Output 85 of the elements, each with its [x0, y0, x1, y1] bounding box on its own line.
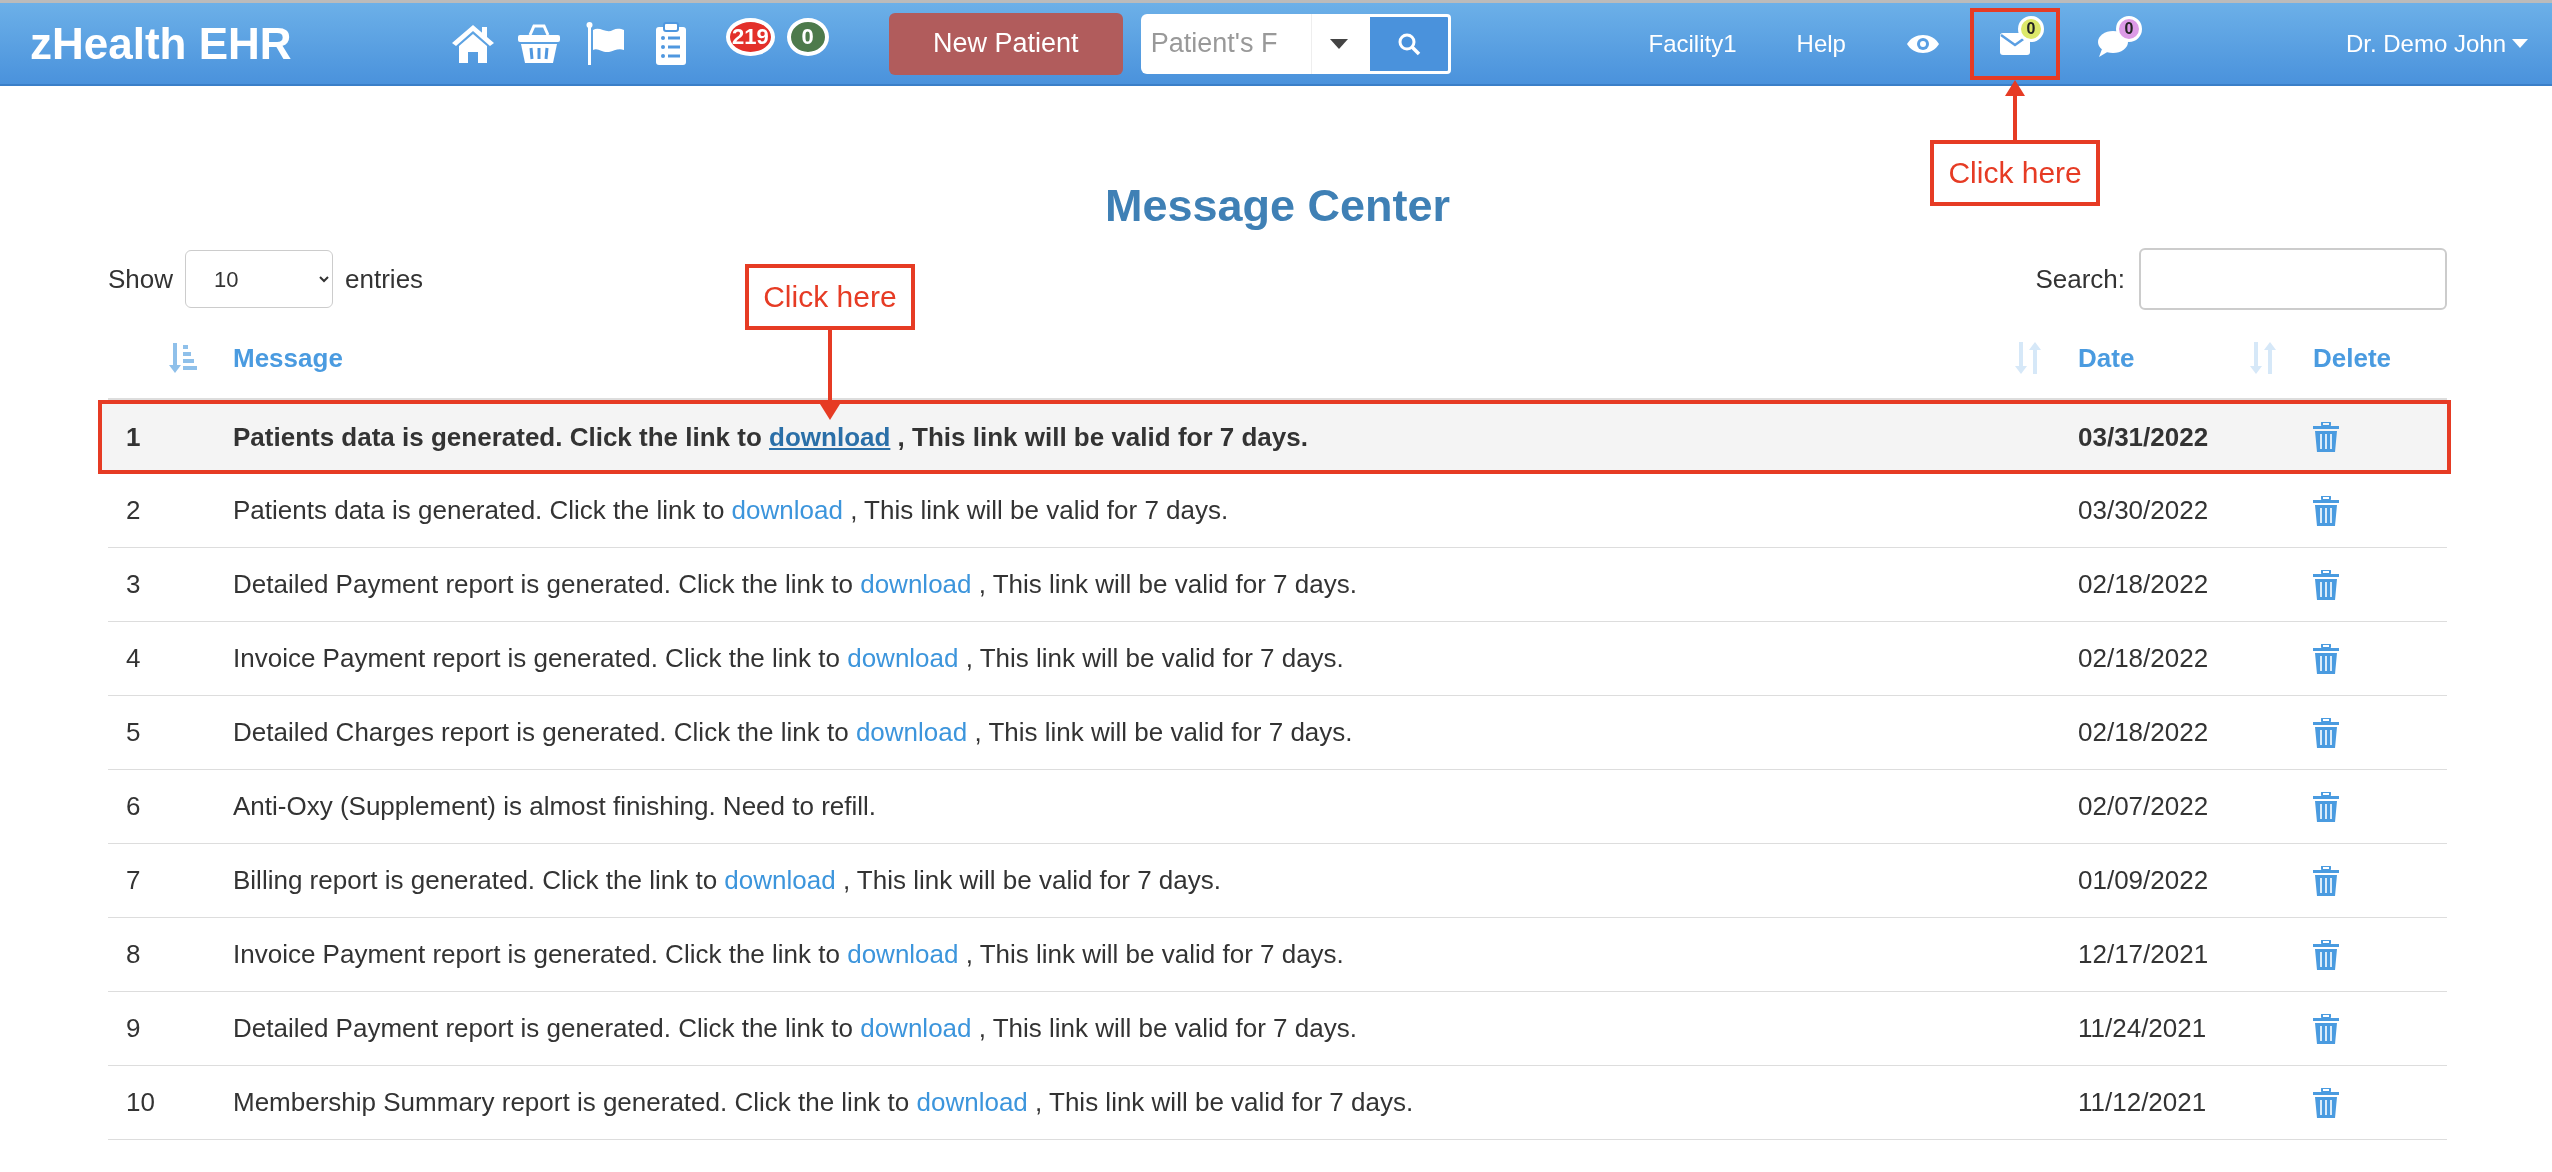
row-number: 6 [125, 791, 142, 822]
trash-icon[interactable] [2313, 643, 2339, 674]
download-link[interactable]: download [916, 1087, 1028, 1117]
row-number: 3 [125, 569, 142, 600]
envelope-icon[interactable] [1999, 32, 2030, 55]
count-badge: 219 [726, 17, 775, 56]
message-date: 02/07/2022 [2077, 791, 2210, 822]
table-row[interactable]: 9 Detailed Payment report is generated. Click the link to download , This link will be valid for 7 days. 11/24/2021 [108, 992, 2447, 1066]
entries-dropdown[interactable]: 10 [185, 250, 334, 308]
row-number: 2 [125, 495, 142, 526]
message-text: Patients data is generated. Click the link to download , This link will be valid for 7 days. [233, 495, 1229, 525]
row-number: 1 [125, 421, 142, 453]
search-label: Search: [2035, 263, 2125, 295]
message-text: Billing report is generated. Click the link to download , This link will be valid for 7 days. [233, 865, 1221, 895]
download-link[interactable]: download [731, 495, 843, 525]
download-link[interactable]: download [860, 1013, 972, 1043]
message-text: Invoice Payment report is generated. Click the link to download , This link will be valid for 7 days. [233, 643, 1344, 673]
table-row[interactable]: 1 Patients data is generated. Click the link to download , This link will be valid for 7 days. 03/31/2022 [98, 400, 2451, 474]
new-patient-button[interactable]: New Patient [888, 12, 1123, 75]
trash-icon[interactable] [2313, 717, 2339, 748]
table-row[interactable]: 8 Invoice Payment report is generated. Click the link to download , This link will be valid for 7 days. 12/17/2021 [108, 918, 2447, 992]
message-text: Detailed Payment report is generated. Click the link to download , This link will be valid for 7 days. [233, 569, 1357, 599]
table-row[interactable]: 2 Patients data is generated. Click the link to download , This link will be valid for 7 days. 03/30/2022 [108, 474, 2447, 548]
row-number: 9 [125, 1013, 142, 1044]
message-date: 11/24/2021 [2077, 1013, 2208, 1044]
download-link[interactable]: download [860, 569, 972, 599]
trash-icon[interactable] [2313, 495, 2339, 526]
message-text: Detailed Payment report is generated. Click the link to download , This link will be valid for 7 days. [233, 1013, 1357, 1043]
message-text: Patients data is generated. Click the link to download , This link will be valid for 7 days. [233, 421, 1308, 452]
table-row[interactable]: 3 Detailed Payment report is generated. Click the link to download , This link will be valid for 7 days. 02/18/2022 [108, 548, 2447, 622]
message-date: 02/18/2022 [2077, 643, 2210, 674]
message-text: Invoice Payment report is generated. Click the link to download , This link will be valid for 7 days. [233, 939, 1344, 969]
message-date: 01/09/2022 [2077, 865, 2210, 896]
download-link[interactable]: download [769, 421, 891, 452]
callout-label: Click here [1930, 139, 2100, 206]
trash-icon[interactable] [2313, 569, 2339, 600]
trash-icon[interactable] [2313, 865, 2339, 896]
trash-icon[interactable] [2313, 791, 2339, 822]
message-date: 03/30/2022 [2077, 495, 2210, 526]
row-number: 10 [125, 1087, 156, 1118]
app-logo[interactable]: zHealth EHR [30, 18, 450, 69]
column-header[interactable]: Date [2078, 342, 2135, 374]
row-number: 8 [125, 939, 142, 970]
message-text: Detailed Charges report is generated. Click the link to download , This link will be valid for 7 days. [233, 717, 1353, 747]
message-text: Membership Summary report is generated. Click the link to download , This link will be valid for 7 days. [233, 1087, 1414, 1117]
message-text: Anti-Oxy (Supplement) is almost finishing. Need to refill. [233, 791, 877, 821]
entries-label: entries [345, 263, 424, 295]
table-row[interactable]: 6 Anti-Oxy (Supplement) is almost finishing. Need to refill. 02/07/2022 [108, 770, 2447, 844]
trash-icon[interactable] [2313, 1013, 2339, 1044]
column-header[interactable]: Delete [2313, 342, 2392, 374]
dropdown-button[interactable] [1310, 13, 1367, 74]
table-row[interactable]: 10 Membership Summary report is generated. Click the link to download , This link will be valid for 7 days. 11/12/2021 [108, 1066, 2447, 1140]
page-title: Message Center [1103, 180, 1452, 232]
show-label: Show [108, 263, 174, 295]
table-row[interactable]: 7 Billing report is generated. Click the link to download , This link will be valid for 7 days. 01/09/2022 [108, 844, 2447, 918]
trash-icon[interactable] [2313, 1087, 2339, 1118]
facility-link[interactable]: Facility1 [1648, 29, 1737, 58]
help-link[interactable]: Help [1796, 29, 1846, 58]
download-link[interactable]: download [855, 717, 968, 747]
count-badge: 0 [786, 17, 829, 56]
user-menu[interactable]: Dr. Demo John [2345, 29, 2506, 58]
trash-icon[interactable] [2313, 422, 2339, 452]
count-badge: 0 [2115, 15, 2142, 42]
search-field[interactable] [2139, 248, 2447, 310]
row-number: 4 [125, 643, 142, 674]
table-row[interactable]: 5 Detailed Charges report is generated. Click the link to download , This link will be valid for 7 days. 02/18/2022 [108, 696, 2447, 770]
table-row[interactable]: 4 Invoice Payment report is generated. Click the link to download , This link will be valid for 7 days. 02/18/2022 [108, 622, 2447, 696]
message-date: 02/18/2022 [2077, 717, 2210, 748]
download-link[interactable]: download [847, 643, 959, 673]
callout-label: Click here [745, 263, 915, 330]
download-link[interactable]: download [724, 865, 836, 895]
message-date: 03/31/2022 [2077, 421, 2210, 453]
trash-icon[interactable] [2313, 939, 2339, 970]
caret-icon[interactable] [1330, 38, 1349, 49]
message-date: 12/17/2021 [2077, 939, 2210, 970]
message-date: 02/18/2022 [2077, 569, 2210, 600]
row-number: 5 [125, 717, 142, 748]
column-header[interactable]: Message [233, 342, 343, 374]
message-date: 11/12/2021 [2077, 1087, 2208, 1118]
patient-search-field[interactable]: Patient's F [1140, 13, 1311, 74]
search-icon[interactable] [1396, 31, 1421, 56]
download-link[interactable]: download [847, 939, 959, 969]
count-badge: 0 [2017, 15, 2044, 42]
sort-descending-icon[interactable] [169, 343, 197, 373]
row-number: 7 [125, 865, 142, 896]
